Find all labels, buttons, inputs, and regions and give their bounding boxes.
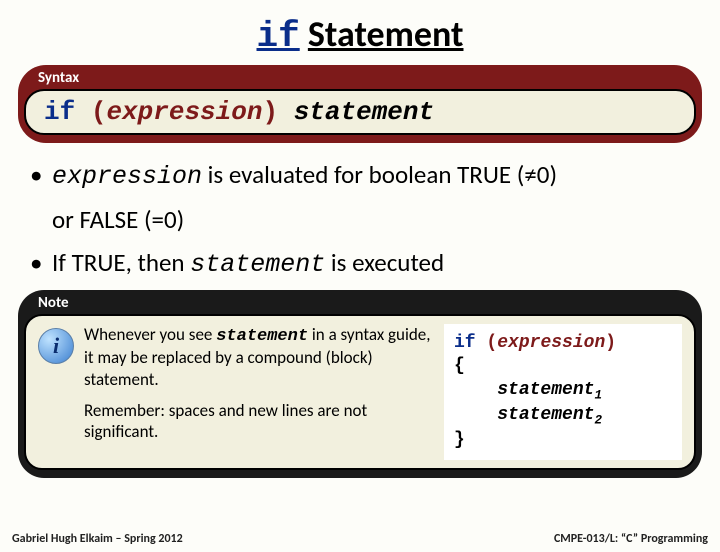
bullet-text: is evaluated for boolean TRUE (≠0): [202, 159, 557, 190]
syntax-panel: Syntax if (expression) statement: [18, 65, 702, 143]
syntax-expression: expression: [106, 97, 262, 127]
bullet-item: • If TRUE, then statement is executed: [30, 245, 696, 282]
code-expression: expression: [497, 333, 605, 353]
title-rest: Statement: [308, 12, 464, 56]
footer-right: CMPE-013/L: “C” Programming: [554, 532, 708, 546]
code-block: if (expression) { statement1 statement2 …: [444, 324, 682, 460]
bullet-list: • expression is evaluated for boolean TR…: [30, 157, 696, 282]
bullet-text: If TRUE, then: [52, 247, 190, 278]
bullet-item: • expression is evaluated for boolean TR…: [30, 157, 696, 194]
syntax-statement: statement: [294, 97, 434, 127]
bullet-text: or FALSE (=0): [52, 202, 696, 237]
syntax-open-paren: (: [91, 97, 107, 127]
code-brace-open: {: [454, 356, 465, 376]
info-icon: i: [38, 328, 74, 364]
bullet-expression: expression: [52, 162, 202, 191]
note-p2: Remember: spaces and new lines are not s…: [84, 400, 434, 443]
code-brace-close: }: [454, 430, 465, 450]
code-statement: statement: [497, 405, 594, 425]
note-p1-mono: statement: [216, 327, 308, 346]
code-keyword: if: [454, 333, 476, 353]
note-panel: Note i Whenever you see statement in a s…: [18, 290, 702, 478]
slide-title: if Statement: [0, 12, 720, 57]
note-p1a: Whenever you see: [84, 324, 216, 345]
title-keyword: if: [257, 16, 300, 57]
code-statement: statement: [497, 380, 594, 400]
bullet-statement: statement: [190, 250, 325, 279]
bullet-dot: •: [30, 157, 52, 194]
code-close-paren: ): [605, 333, 616, 353]
syntax-close-paren: ): [262, 97, 278, 127]
code-sub1: 1: [594, 388, 602, 402]
code-sub2: 2: [594, 413, 602, 427]
bullet-text: is executed: [325, 247, 444, 278]
note-label: Note: [24, 294, 696, 314]
syntax-keyword: if: [44, 97, 75, 127]
bullet-dot: •: [30, 245, 52, 282]
code-open-paren: (: [486, 333, 497, 353]
syntax-box: if (expression) statement: [24, 89, 696, 135]
syntax-label: Syntax: [24, 69, 696, 89]
note-body: i Whenever you see statement in a syntax…: [24, 314, 696, 470]
footer-left: Gabriel Hugh Elkaim – Spring 2012: [12, 532, 183, 546]
note-text: Whenever you see statement in a syntax g…: [84, 324, 434, 452]
footer: Gabriel Hugh Elkaim – Spring 2012 CMPE-0…: [0, 532, 720, 546]
